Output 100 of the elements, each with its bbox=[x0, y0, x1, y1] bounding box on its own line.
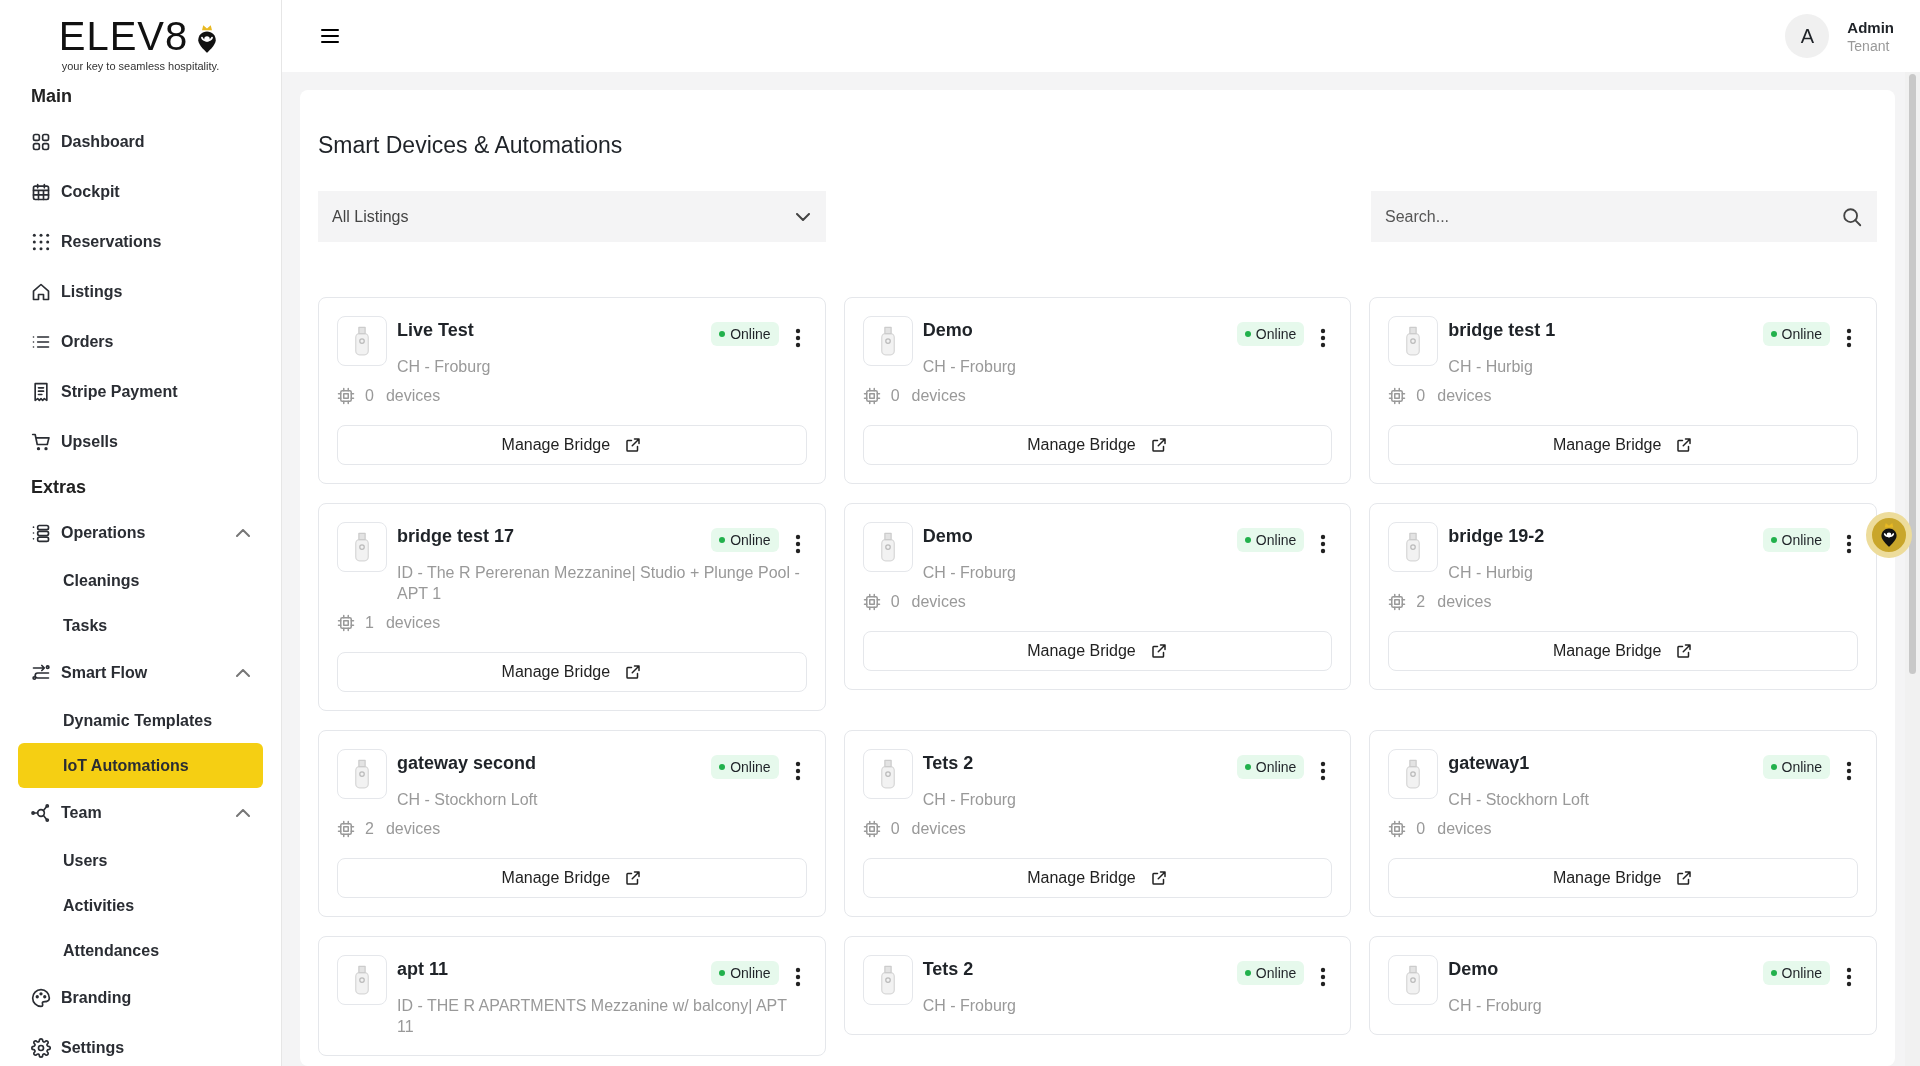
search-icon[interactable] bbox=[1841, 206, 1863, 228]
chip-icon bbox=[1388, 593, 1407, 611]
avatar[interactable]: A bbox=[1785, 14, 1830, 58]
kebab-icon bbox=[1320, 967, 1327, 987]
bridge-location: CH - Stockhorn Loft bbox=[397, 790, 539, 810]
sidebar-item[interactable]: Smart Flow bbox=[18, 648, 263, 698]
manage-bridge-button[interactable]: Manage Bridge bbox=[862, 425, 1333, 465]
receipt-icon bbox=[31, 382, 51, 402]
house-icon bbox=[31, 282, 51, 302]
external-link-icon bbox=[1149, 642, 1168, 660]
manage-bridge-button[interactable]: Manage Bridge bbox=[862, 858, 1333, 898]
sidebar-item[interactable]: Operations bbox=[18, 508, 263, 558]
sidebar-item[interactable]: Activities bbox=[18, 883, 263, 928]
bridge-name: bridge 19-2 bbox=[1448, 526, 1546, 547]
external-link-icon bbox=[1675, 436, 1694, 454]
device-count: 0 bbox=[890, 387, 900, 405]
kebab-icon bbox=[1846, 761, 1852, 781]
status-badge: Online bbox=[711, 528, 779, 552]
sidebar-item[interactable]: Listings bbox=[18, 267, 263, 317]
manage-bridge-button[interactable]: Manage Bridge bbox=[1388, 631, 1858, 671]
status-badge: Online bbox=[711, 322, 779, 346]
bridge-name: Demo bbox=[1448, 959, 1500, 980]
search-field[interactable]: Search... bbox=[1371, 191, 1877, 242]
manage-bridge-button[interactable]: Manage Bridge bbox=[337, 425, 807, 465]
manage-bridge-button[interactable]: Manage Bridge bbox=[1388, 858, 1858, 898]
kebab-icon bbox=[1320, 761, 1327, 781]
sidebar-item[interactable]: Reservations bbox=[18, 217, 263, 267]
manage-bridge-button[interactable]: Manage Bridge bbox=[1388, 425, 1858, 465]
sidebar-item[interactable]: IoT Automations bbox=[18, 743, 263, 788]
sidebar-item[interactable]: Stripe Payment bbox=[18, 367, 263, 417]
chip-icon bbox=[1388, 820, 1407, 838]
bridge-name: Tets 2 bbox=[922, 959, 975, 980]
sidebar-item[interactable]: Dynamic Templates bbox=[18, 698, 263, 743]
manage-bridge-button[interactable]: Manage Bridge bbox=[862, 631, 1333, 671]
palette-icon bbox=[31, 988, 51, 1008]
chevron-icon[interactable] bbox=[236, 809, 250, 817]
bridge-location: CH - Froburg bbox=[922, 790, 1017, 810]
sidebar-item[interactable]: Orders bbox=[18, 317, 263, 367]
manage-bridge-button[interactable]: Manage Bridge bbox=[337, 858, 807, 898]
bridge-name: gateway second bbox=[397, 753, 538, 774]
bridge-name: bridge test 1 bbox=[1448, 320, 1557, 341]
sidebar-item[interactable]: Cockpit bbox=[18, 167, 263, 217]
bridge-name: gateway1 bbox=[1448, 753, 1531, 774]
user-role: Tenant bbox=[1847, 37, 1891, 54]
sidebar-item[interactable]: Attendances bbox=[18, 928, 263, 973]
stacked-list-icon bbox=[31, 523, 51, 543]
status-badge: Online bbox=[1236, 322, 1305, 346]
device-count: 0 bbox=[1416, 387, 1426, 405]
devices-label: devices bbox=[1437, 593, 1492, 611]
manage-bridge-button[interactable]: Manage Bridge bbox=[337, 652, 807, 692]
grid-icon bbox=[31, 132, 51, 152]
sidebar-item[interactable]: Users bbox=[18, 838, 263, 883]
device-count: 1 bbox=[365, 614, 374, 632]
sidebar-item[interactable]: Cleanings bbox=[18, 558, 263, 603]
kebab-icon bbox=[1320, 534, 1327, 554]
bridge-name: Demo bbox=[922, 320, 974, 341]
bridge-name: apt 11 bbox=[397, 959, 450, 980]
dots-grid-icon bbox=[31, 232, 51, 252]
devices-label: devices bbox=[385, 387, 441, 405]
chevron-icon[interactable] bbox=[236, 529, 250, 537]
status-badge: Online bbox=[1762, 961, 1830, 985]
status-badge: Online bbox=[1236, 961, 1305, 985]
section-heading: Main bbox=[31, 86, 73, 107]
kebab-icon bbox=[1320, 328, 1327, 348]
status-badge: Online bbox=[1762, 528, 1830, 552]
device-count: 2 bbox=[1416, 593, 1426, 611]
chevron-icon[interactable] bbox=[236, 669, 250, 677]
status-badge: Online bbox=[711, 961, 779, 985]
status-badge: Online bbox=[1236, 528, 1305, 552]
chip-icon bbox=[862, 387, 881, 405]
scrollbar[interactable] bbox=[1905, 72, 1920, 1066]
status-badge: Online bbox=[711, 755, 779, 779]
chip-icon bbox=[337, 387, 355, 405]
kebab-icon bbox=[794, 534, 801, 554]
kebab-icon bbox=[794, 761, 801, 781]
sidebar-item[interactable]: Dashboard bbox=[18, 117, 263, 167]
bridge-name: bridge test 17 bbox=[397, 526, 516, 547]
chip-icon bbox=[862, 820, 881, 838]
devices-label: devices bbox=[1437, 820, 1492, 838]
bridge-location: CH - Hurbig bbox=[1448, 563, 1534, 583]
bridge-location: CH - Froburg bbox=[922, 996, 1017, 1016]
devices-label: devices bbox=[385, 614, 441, 632]
device-count: 0 bbox=[1416, 820, 1426, 838]
devices-label: devices bbox=[911, 593, 966, 611]
devices-label: devices bbox=[911, 820, 966, 838]
sidebar-item[interactable]: Branding bbox=[18, 973, 263, 1023]
bridge-location: ID - THE R APARTMENTS Mezzanine w/ balcony| APT 11 bbox=[397, 996, 788, 1037]
chevron-down-icon bbox=[796, 212, 810, 221]
sidebar-item[interactable]: Settings bbox=[18, 1023, 263, 1066]
bridge-location: CH - Froburg bbox=[397, 357, 492, 377]
flow-icon bbox=[31, 663, 51, 683]
sidebar-item[interactable]: Upsells bbox=[18, 417, 263, 467]
kebab-icon bbox=[1846, 534, 1852, 554]
gear-icon bbox=[31, 1038, 51, 1058]
sidebar-item[interactable]: Tasks bbox=[18, 603, 263, 648]
external-link-icon bbox=[624, 663, 643, 681]
listing-dropdown[interactable]: All Listings bbox=[318, 191, 826, 242]
kebab-icon bbox=[794, 328, 801, 348]
sidebar-item[interactable]: Team bbox=[18, 788, 263, 838]
chip-icon bbox=[337, 614, 355, 632]
